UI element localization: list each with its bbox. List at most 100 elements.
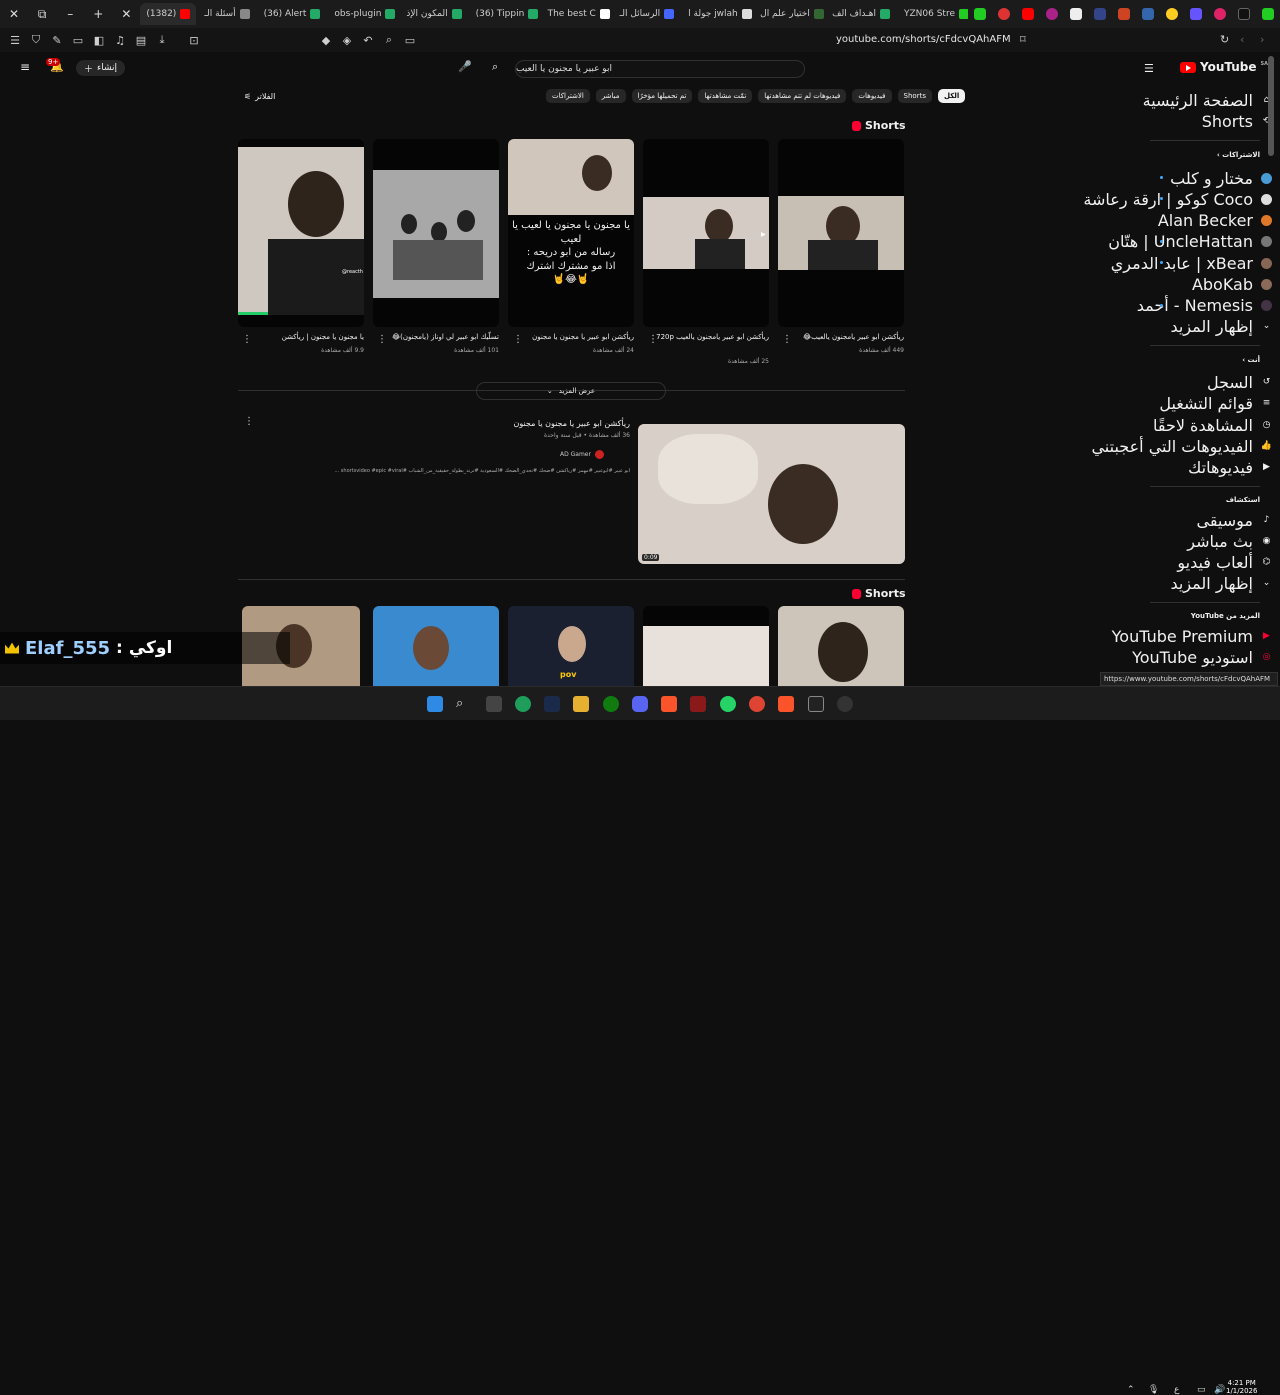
close-window-icon[interactable]: ✕ [0,0,28,28]
obs-icon[interactable] [837,696,853,712]
brave-shield-icon[interactable]: ◈ [337,28,357,52]
browser-tab[interactable]: اهـداف الف [826,3,896,25]
short-card[interactable] [373,139,499,327]
subscriptions-heading[interactable]: الاشتراكات › [1217,151,1260,159]
bookmark-icon[interactable]: ⌑ [1020,33,1026,46]
edge-icon[interactable] [515,696,531,712]
more-options-icon[interactable]: ⋮ [782,334,792,345]
folder-icon[interactable] [573,696,589,712]
filter-chip[interactable]: الاشتراكات [546,89,590,103]
new-tab-button[interactable]: + [84,0,112,28]
sidebar-item-shorts[interactable]: ⟲ Shorts [1202,112,1272,131]
address-bar[interactable]: youtube.com/shorts/cFdcvQAhAFM [836,34,1011,45]
browser-tab[interactable]: أسئلة الـ [198,3,255,25]
close-tab-icon[interactable]: ✕ [112,0,140,28]
subscription-item[interactable]: Alan Becker [1158,211,1272,230]
sidebar-item-your-videos[interactable]: ▶ فيديوهاتك [1188,458,1272,477]
pinned-tab[interactable] [968,0,992,28]
back-nav-icon[interactable]: › [1260,33,1264,46]
subscription-item[interactable]: مختار و كلب [1170,169,1272,188]
back-icon[interactable]: ↶ [358,28,378,52]
network-icon[interactable]: ▭ [1197,1385,1206,1395]
sidebar-item-studio[interactable]: ◎ استوديو YouTube [1132,648,1272,667]
short-title[interactable]: ريأكشن ابو عبير يامجنون يالعيب😂 [786,333,904,341]
pinned-tab[interactable] [1136,0,1160,28]
create-button[interactable]: ＋ إنشاء [76,60,126,76]
subscription-item[interactable]: Coco كوكو | ارقة رعاشة [1083,190,1272,209]
browser-tab[interactable]: obs-plugin [328,3,398,25]
xbox-icon[interactable] [603,696,619,712]
subscription-item[interactable]: UncleHattan | هتّان [1108,232,1272,251]
more-options-icon[interactable]: ⋮ [648,334,658,345]
search-button-icon[interactable]: ⌕ [492,60,498,74]
you-heading[interactable]: أنت › [1242,356,1260,364]
pinned-tab[interactable] [1040,0,1064,28]
pinned-tab[interactable] [1088,0,1112,28]
short-title[interactable]: يا مجنون يا مجنون | ريأكشن [246,333,364,341]
filter-chip[interactable]: مباشر [595,89,626,103]
volume-icon[interactable]: 🔊 [1214,1385,1225,1395]
music-icon[interactable]: ♫ [110,28,130,52]
obs-tool-icon[interactable] [808,696,824,712]
browser-tab[interactable]: جولة ا jwlah [682,3,752,25]
short-card[interactable]: يا مجنون يا مجنون يا لعيب يا لعيب رساله … [508,139,634,327]
sidebar-item-watch-later[interactable]: ◷ المشاهدة لاحقًا [1153,416,1272,435]
sidebar-item-live[interactable]: ◉ بث مباشر [1187,532,1272,551]
short-card-row2[interactable] [373,606,499,686]
minimize-icon[interactable]: – [56,0,84,28]
discord-icon[interactable] [632,696,648,712]
sidebar-item-home[interactable]: ⌂ الصفحة الرئيسية [1143,91,1272,110]
menu-icon[interactable]: ☰ [5,28,25,52]
chrome-icon[interactable] [749,696,765,712]
filter-chip[interactable]: تم تحميلها مؤخرًا [631,89,693,103]
search-taskbar-icon[interactable]: ⌕ [456,696,472,712]
task-view-icon[interactable] [486,696,502,712]
browser-tab[interactable]: (36) Tippin [470,3,540,25]
brave-active-icon[interactable] [778,696,794,712]
scrollbar[interactable] [1268,56,1274,156]
lang-indicator[interactable]: ع [1174,1385,1179,1395]
sidebar-icon[interactable]: ◧ [89,28,109,52]
short-title[interactable]: تسلّيك ابو عبير لي اوناز (يامجنون)😂 [381,333,499,341]
extension-icon[interactable]: ◆ [316,28,336,52]
short-title[interactable]: ريأكشن ابو عبير يا مجنون يا مجنون [516,333,634,341]
short-card[interactable]: @reacth [238,139,364,327]
shield-icon[interactable]: ⛉ [26,28,46,52]
show-more-button[interactable]: ⌄ عرض المزيد [476,382,666,400]
pinned-tab[interactable] [1184,0,1208,28]
browser-tab[interactable]: المكون الإذ [400,3,467,25]
short-card[interactable] [778,139,904,327]
notes-icon[interactable]: ▤ [131,28,151,52]
more-options-icon[interactable]: ⋮ [377,334,387,345]
cast-icon[interactable]: ▭ [400,28,420,52]
short-card-row2[interactable] [778,606,904,686]
video-title[interactable]: ريأكشن ابو عبير يا مجنون يا مجنون [400,419,631,428]
whatsapp-icon[interactable] [720,696,736,712]
sidebar-item-music[interactable]: ♪ موسيقى [1197,511,1273,530]
subscription-item[interactable]: xBear | عابد الدمري [1111,254,1272,273]
short-card[interactable]: ▶ [643,139,769,327]
mini-menu-icon[interactable]: ≡ [20,60,30,74]
mic-icon[interactable]: 🎤 [458,60,472,73]
video-channel[interactable]: AD Gamer [560,450,604,459]
download-icon[interactable]: ⤓ [152,28,172,52]
pinned-tab[interactable] [1160,0,1184,28]
pinned-tab[interactable] [1016,0,1040,28]
video-options-icon[interactable]: ⋮ [244,416,254,427]
short-title[interactable]: ريأكشن ابو عبير يامجنون يالعيب 720p [651,333,769,341]
short-card-row2[interactable]: pov [508,606,634,686]
sidebar-item-gaming[interactable]: ⌬ ألعاب فيديو [1177,553,1272,572]
voicemod-icon[interactable] [690,696,706,712]
pen-icon[interactable]: ✎ [47,28,67,52]
filter-chip[interactable]: فيديوهات لم تتم مشاهدتها [758,89,847,103]
mic-tray-icon[interactable]: 🎙 [1148,1385,1159,1395]
start-icon[interactable] [427,696,443,712]
filter-chip[interactable]: فيديوهات [852,89,892,103]
sidebar-item-history[interactable]: ↺ السجل [1207,373,1272,392]
pinned-tab[interactable] [1256,0,1280,28]
short-card-row2[interactable] [643,606,769,686]
browser-tab[interactable]: The best C [542,3,612,25]
pinned-tab[interactable] [992,0,1016,28]
youtube-logo[interactable]: YouTube SA [1180,60,1268,74]
browser-tab[interactable]: (36) Alert [258,3,327,25]
